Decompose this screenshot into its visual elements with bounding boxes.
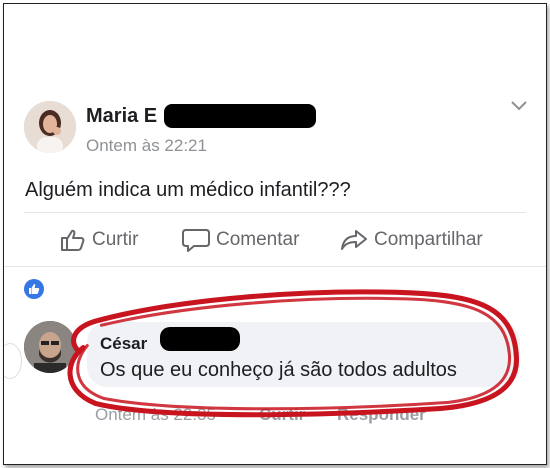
like-button[interactable]: Curtir <box>60 225 138 255</box>
comment-author-name[interactable]: César <box>100 334 147 354</box>
comment-text: Os que eu conheço já são todos adultos <box>100 359 457 381</box>
thumbs-up-icon <box>29 284 40 294</box>
post-author-name[interactable]: Maria E <box>86 105 157 128</box>
screenshot-frame: Maria E Ontem às 22:21 Alguém indica um … <box>3 3 547 465</box>
comment-button[interactable]: Comentar <box>182 225 299 255</box>
like-reaction-badge[interactable] <box>24 279 44 299</box>
author-surname-redaction <box>164 104 316 128</box>
post-timestamp[interactable]: Ontem às 22:21 <box>86 136 207 156</box>
thumbs-up-icon <box>61 229 85 251</box>
chevron-down-icon[interactable] <box>510 100 528 112</box>
comment-label: Comentar <box>216 229 300 250</box>
commenter-surname-redaction <box>160 327 240 351</box>
comment-timestamp[interactable]: Ontem às 22:35 <box>95 405 216 425</box>
actions-divider <box>4 266 546 267</box>
comment-like-button[interactable]: Curtir <box>259 405 305 425</box>
post-divider <box>24 212 526 213</box>
share-button[interactable]: Compartilhar <box>340 225 483 255</box>
side-scroll-handle <box>4 343 22 379</box>
share-arrow-icon <box>341 230 367 250</box>
share-label: Compartilhar <box>374 229 483 250</box>
post-text: Alguém indica um médico infantil??? <box>25 179 351 201</box>
comment-reply-button[interactable]: Responder <box>337 405 426 425</box>
comment-author-avatar[interactable] <box>24 321 76 373</box>
like-label: Curtir <box>92 229 139 250</box>
post-author-avatar[interactable] <box>24 101 76 153</box>
speech-bubble-icon <box>182 229 210 252</box>
